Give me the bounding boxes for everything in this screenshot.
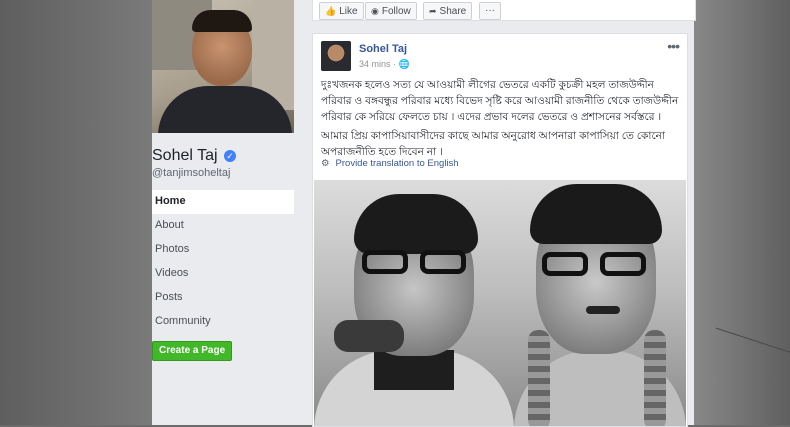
post-paragraph-2: আমার প্রিয় কাপাসিয়াবাসীদের কাছে আমার অ… bbox=[321, 130, 665, 158]
nav-item-videos[interactable]: Videos bbox=[152, 262, 294, 286]
photo-garland-left bbox=[528, 330, 550, 426]
photo-man-left-collar bbox=[374, 350, 454, 390]
post-time-text: 34 mins · bbox=[359, 59, 397, 69]
nav-item-community[interactable]: Community bbox=[152, 310, 294, 334]
profile-photo[interactable] bbox=[152, 0, 294, 133]
like-button[interactable]: 👍 Like bbox=[319, 2, 364, 20]
page-actions-bar: 👍 Like ◉ Follow ➦ Share ··· bbox=[312, 0, 696, 21]
more-button[interactable]: ··· bbox=[479, 2, 501, 20]
photo-man-right-hair bbox=[530, 184, 662, 244]
background-right bbox=[694, 0, 790, 425]
page-handle[interactable]: @tanjimsoheltaj bbox=[152, 167, 230, 179]
facebook-page-screen: Sohel Taj ✓ @tanjimsoheltaj Home About P… bbox=[152, 0, 696, 427]
photo-garland-right bbox=[644, 330, 666, 426]
photo-man-left-glasses bbox=[362, 250, 474, 276]
photo-hair bbox=[192, 10, 252, 32]
post-photo[interactable] bbox=[314, 180, 686, 426]
translate-link[interactable]: ⚙ Provide translation to English bbox=[321, 158, 459, 169]
share-arrow-icon: ➦ bbox=[429, 6, 437, 16]
photo-man-right-mustache bbox=[586, 306, 620, 314]
page-name-text: Sohel Taj bbox=[152, 147, 218, 164]
globe-icon: 🌐 bbox=[398, 59, 410, 69]
post-paragraph-1: দুঃখজনক হলেও সত্য যে আওয়ামী লীগের ভেতরে… bbox=[321, 79, 679, 123]
share-label: Share bbox=[439, 6, 467, 17]
photo-man-right-glasses bbox=[542, 252, 654, 278]
follow-button[interactable]: ◉ Follow bbox=[365, 2, 417, 20]
translate-label: Provide translation to English bbox=[335, 158, 459, 169]
photo-hand bbox=[334, 320, 404, 352]
post-timestamp[interactable]: 34 mins · 🌐 bbox=[359, 59, 410, 70]
post-options-icon[interactable]: ••• bbox=[667, 38, 680, 54]
post-author-avatar[interactable] bbox=[321, 41, 351, 71]
nav-item-home[interactable]: Home bbox=[152, 190, 294, 214]
photo-man-left-hair bbox=[354, 194, 478, 254]
gear-icon: ⚙ bbox=[321, 158, 330, 169]
page-title[interactable]: Sohel Taj ✓ bbox=[152, 147, 236, 165]
background-left bbox=[0, 0, 152, 425]
rss-icon: ◉ bbox=[371, 6, 379, 16]
nav-item-about[interactable]: About bbox=[152, 214, 294, 238]
post-card: Sohel Taj 34 mins · 🌐 ••• দুঃখজনক হলেও স… bbox=[312, 33, 688, 427]
verified-badge-icon: ✓ bbox=[223, 150, 236, 162]
post-body: দুঃখজনক হলেও সত্য যে আওয়ামী লীগের ভেতরে… bbox=[321, 77, 681, 163]
post-author-name[interactable]: Sohel Taj bbox=[359, 43, 407, 55]
share-button[interactable]: ➦ Share bbox=[423, 2, 473, 20]
like-label: Like bbox=[339, 6, 358, 17]
follow-label: Follow bbox=[381, 6, 411, 17]
create-page-button[interactable]: Create a Page bbox=[152, 341, 233, 361]
nav-item-posts[interactable]: Posts bbox=[152, 286, 294, 310]
page-nav: Home About Photos Videos Posts Community bbox=[152, 190, 294, 334]
thumbs-up-icon: 👍 bbox=[325, 6, 337, 16]
nav-item-photos[interactable]: Photos bbox=[152, 238, 294, 262]
